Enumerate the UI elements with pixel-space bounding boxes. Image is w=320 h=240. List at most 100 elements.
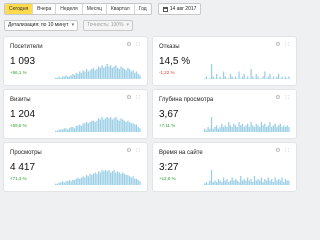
sparkline-bar: [92, 120, 95, 132]
sparkline-bar: [264, 123, 266, 132]
sparkline-bar: [286, 78, 288, 79]
sparkline-bar: [214, 127, 216, 132]
sparkline-bar: [240, 78, 242, 79]
sparkline-bar: [207, 183, 209, 185]
sparkline-bar: [216, 182, 218, 185]
sparkline-bar: [221, 182, 223, 185]
sparkline-bar: [75, 72, 77, 79]
sparkline-bar: [70, 75, 72, 79]
sparkline-bar: [82, 123, 84, 132]
sparkline-bar: [108, 66, 110, 79]
period-month[interactable]: Месяц: [83, 4, 107, 14]
detail-label: Детализация: по 10 минут: [8, 22, 69, 28]
sparkline-bar: [269, 180, 271, 185]
gear-icon[interactable]: ⚙: [126, 148, 132, 154]
sparkline-chart: [204, 116, 290, 132]
sparkline-bar: [250, 69, 252, 79]
grid-icon[interactable]: ∷: [135, 148, 141, 154]
sparkline-bar: [209, 180, 211, 185]
sparkline-bar: [222, 177, 225, 185]
sparkline-bar: [61, 76, 64, 79]
sparkline-bar: [96, 120, 98, 132]
sparkline-bar: [135, 71, 138, 79]
chevron-down-icon: ▾: [71, 22, 75, 28]
sparkline-bar: [75, 125, 77, 132]
sparkline-bar: [125, 122, 127, 132]
sparkline-bar: [106, 64, 108, 79]
sparkline-bar: [233, 123, 235, 132]
sparkline-bar: [262, 182, 264, 185]
card-delta: -1,22 %: [159, 70, 175, 75]
sparkline-bar: [68, 76, 71, 79]
sparkline-bar: [283, 125, 285, 132]
period-quarter[interactable]: Квартал: [107, 4, 135, 14]
sparkline-bar: [91, 175, 93, 185]
sparkline-bar: [89, 70, 91, 79]
sparkline-bar: [130, 177, 132, 185]
period-yesterday[interactable]: Вчера: [33, 4, 57, 14]
period-today[interactable]: Сегодня: [5, 4, 34, 14]
sparkline-bar: [284, 179, 287, 185]
sparkline-bar: [79, 124, 81, 132]
sparkline-bar: [236, 180, 238, 185]
sparkline-bar: [104, 170, 107, 185]
sparkline-bar: [118, 172, 120, 185]
sparkline-bar: [247, 76, 249, 79]
sparkline-bar: [252, 125, 254, 132]
sparkline-bar: [94, 172, 96, 185]
sparkline-bar: [265, 127, 268, 132]
sparkline-bar: [92, 67, 95, 79]
sparkline-bar: [264, 179, 266, 185]
sparkline-bar: [134, 124, 136, 132]
sparkline-bar: [281, 127, 283, 132]
sparkline-bar: [228, 182, 230, 185]
grid-icon[interactable]: ∷: [284, 42, 290, 48]
card-title: Отказы: [159, 44, 180, 50]
gear-icon[interactable]: ⚙: [275, 148, 281, 154]
sparkline-bar: [204, 128, 206, 132]
sparkline-bar: [68, 128, 71, 132]
sparkline-bar: [99, 119, 102, 132]
sparkline-bar: [125, 70, 127, 79]
sparkline-bar: [245, 125, 247, 132]
grid-icon[interactable]: ∷: [135, 42, 141, 48]
sparkline-bar: [229, 180, 232, 185]
sparkline-bar: [108, 170, 110, 185]
calendar-icon: [162, 6, 168, 12]
sparkline-bar: [253, 78, 256, 79]
sparkline-bar: [269, 122, 271, 132]
sparkline-bar: [276, 180, 278, 185]
sparkline-bar: [113, 118, 115, 132]
period-year[interactable]: Год: [135, 4, 151, 14]
period-toolbar: Сегодня Вчера Неделя Месяц Квартал Год 1…: [4, 3, 202, 15]
sparkline-bar: [279, 180, 281, 185]
sparkline-bar: [233, 78, 235, 79]
sparkline-bar: [123, 120, 126, 132]
grid-icon[interactable]: ∷: [284, 148, 290, 154]
sparkline-bar: [209, 128, 211, 132]
sparkline-bar: [265, 180, 268, 185]
sparkline-bar: [96, 173, 98, 185]
sparkline-bar: [94, 122, 96, 132]
gear-icon[interactable]: ⚙: [126, 42, 132, 48]
sparkline-bar: [212, 182, 214, 185]
sparkline-bar: [238, 182, 240, 185]
sparkline-bar: [228, 78, 230, 79]
sparkline-bar: [204, 78, 206, 79]
card-value: 3:27: [159, 162, 179, 173]
gear-icon[interactable]: ⚙: [126, 95, 132, 101]
grid-icon[interactable]: ∷: [284, 95, 290, 101]
date-picker-button[interactable]: 14 авг 2017: [157, 3, 202, 15]
period-week[interactable]: Неделя: [56, 4, 83, 14]
sparkline-bar: [247, 123, 249, 132]
card-actions: ⚙ ∷: [126, 148, 141, 154]
sparkline-bar: [72, 127, 74, 132]
sparkline-chart: [55, 63, 141, 79]
gear-icon[interactable]: ⚙: [275, 42, 281, 48]
sparkline-bar: [205, 182, 208, 185]
detail-select[interactable]: Детализация: по 10 минут ▾: [4, 20, 79, 31]
grid-icon[interactable]: ∷: [135, 95, 141, 101]
gear-icon[interactable]: ⚙: [275, 95, 281, 101]
sparkline-bar: [255, 180, 257, 185]
sparkline-bar: [110, 65, 112, 79]
